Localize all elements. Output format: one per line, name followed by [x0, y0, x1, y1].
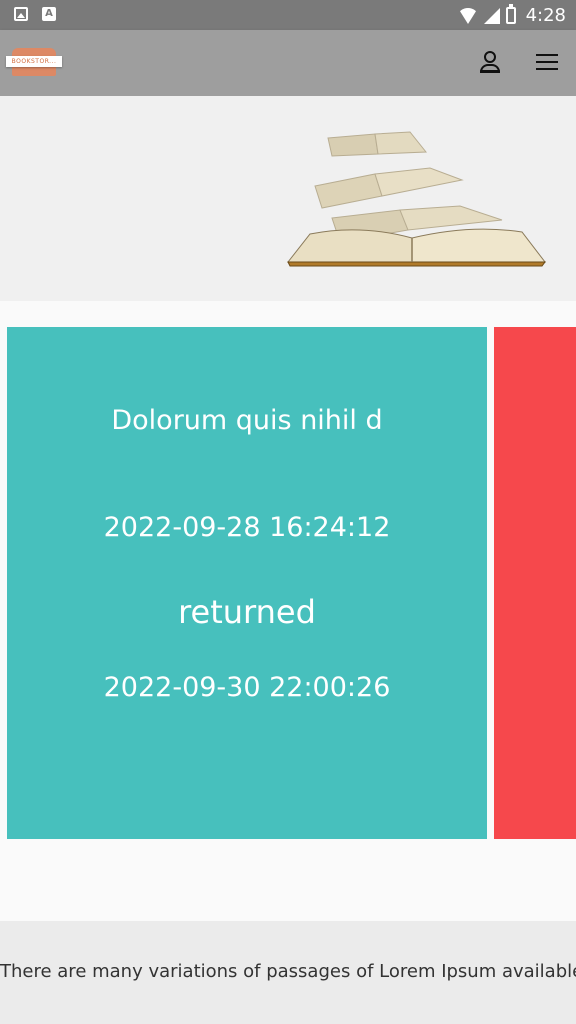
logo-text: BOOKSTOR... — [6, 56, 62, 67]
status-clock: 4:28 — [525, 5, 566, 26]
app-bar: BOOKSTOR... — [0, 30, 576, 96]
text-a-icon: A — [42, 7, 56, 21]
status-bar: A 4:28 — [0, 0, 576, 30]
user-account-icon — [484, 51, 496, 63]
wifi-icon — [457, 7, 478, 24]
flying-book-illustration — [286, 131, 547, 267]
card-return-date: 2022-09-30 22:00:26 — [103, 672, 391, 703]
status-right-icons: 4:28 — [457, 4, 566, 26]
menu-icon — [536, 54, 558, 56]
hero-banner — [0, 96, 576, 301]
app-logo[interactable]: BOOKSTOR... — [6, 46, 62, 78]
image-icon — [14, 7, 28, 21]
card-title: Dolorum quis nihil d — [111, 405, 383, 436]
battery-icon — [505, 4, 516, 24]
card-borrow-date: 2022-09-28 16:24:12 — [103, 512, 391, 543]
footer-text: There are many variations of passages of… — [0, 961, 576, 982]
card-status: returned — [178, 593, 316, 631]
footer: There are many variations of passages of… — [0, 921, 576, 1024]
menu-button[interactable] — [528, 44, 564, 80]
signal-icon — [483, 7, 500, 24]
user-account-button[interactable] — [472, 44, 508, 80]
loan-card-next[interactable] — [494, 327, 576, 839]
loan-card[interactable]: Dolorum quis nihil d 2022-09-28 16:24:12… — [7, 327, 487, 839]
status-left-icons: A — [14, 7, 56, 21]
